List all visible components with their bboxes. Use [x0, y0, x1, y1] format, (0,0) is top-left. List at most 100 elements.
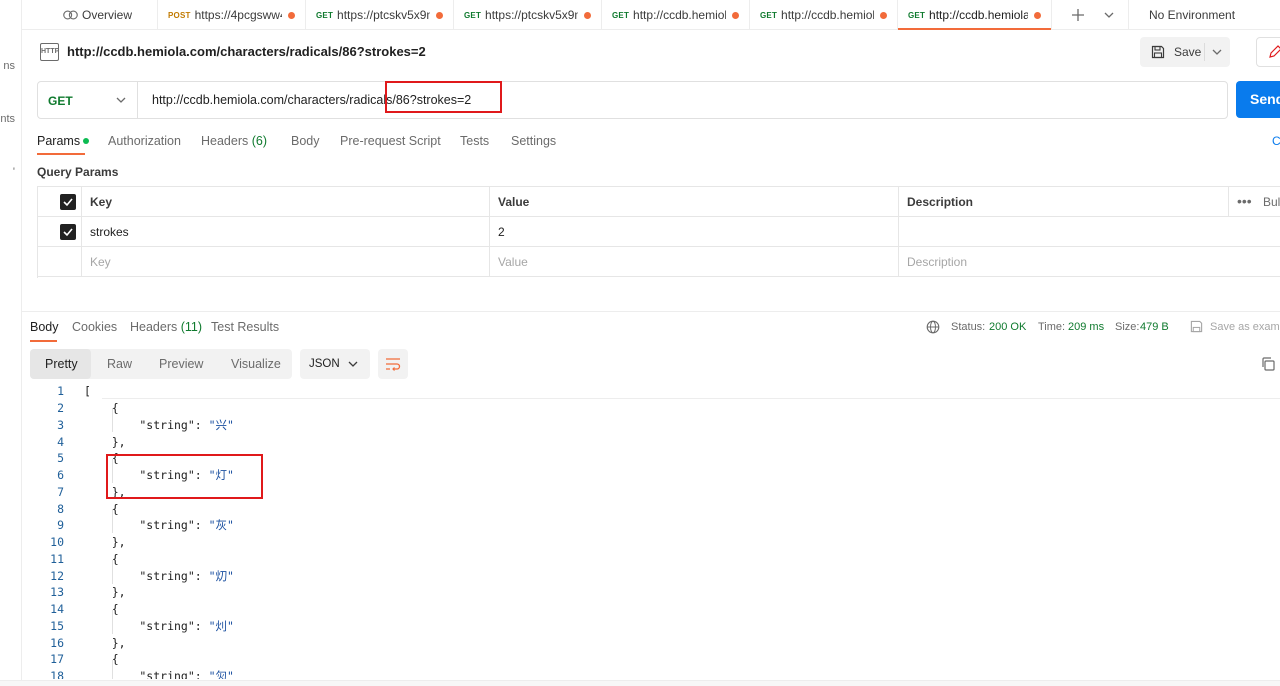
edit-button[interactable] [1256, 37, 1280, 67]
bulk-edit-link[interactable]: Bulk [1263, 187, 1280, 217]
environment-select[interactable]: No Environment [1128, 0, 1280, 30]
line-number: 16 [50, 636, 64, 650]
more-icon[interactable]: ••• [1237, 187, 1252, 216]
view-pretty[interactable]: Pretty [30, 349, 91, 379]
line-number: 15 [50, 619, 64, 633]
code-line: 4 }, [22, 434, 1280, 451]
line-number: 8 [57, 502, 64, 516]
select-all-cell [38, 187, 82, 217]
save-button[interactable]: Save [1140, 37, 1230, 67]
param-key[interactable]: strokes [82, 217, 490, 247]
plus-icon [1072, 9, 1084, 21]
line-number: 18 [50, 669, 64, 679]
time-value[interactable]: 209 ms [1068, 321, 1104, 333]
select-all-checkbox[interactable] [60, 194, 76, 210]
param-description[interactable] [899, 217, 1280, 247]
status-badge[interactable]: 200 OK [989, 321, 1026, 333]
copy-icon[interactable] [1260, 356, 1276, 372]
chevron-down-icon[interactable] [1210, 45, 1224, 59]
sidebar-fragment[interactable]: ns [3, 60, 15, 72]
code-line: 13 }, [22, 584, 1280, 601]
request-name[interactable]: http://ccdb.hemiola.com/characters/radic… [67, 44, 426, 59]
row-checkbox-cell [38, 217, 82, 247]
description-placeholder[interactable]: Description [899, 247, 1280, 277]
save-as-example[interactable]: Save as exam [1210, 321, 1280, 333]
environment-label: No Environment [1149, 8, 1236, 22]
line-number: 10 [50, 535, 64, 549]
tab-authorization[interactable]: Authorization [108, 134, 181, 148]
row-checkbox[interactable] [60, 224, 76, 240]
view-raw[interactable]: Raw [92, 349, 147, 379]
request-tab[interactable]: GET http://ccdb.hemiola.c [750, 0, 898, 30]
tab-overview[interactable]: Overview [22, 0, 158, 30]
unsaved-dot [436, 11, 443, 19]
active-tab-indicator [30, 340, 57, 342]
check-icon [63, 198, 73, 207]
request-tab[interactable]: GET https://ptcskv5x9m.u [306, 0, 454, 30]
active-params-dot [83, 137, 90, 144]
globe-icon[interactable] [926, 320, 940, 334]
status-label: Status: [951, 321, 986, 333]
code-text: "string": "兴" [84, 417, 234, 434]
pane-divider[interactable] [22, 311, 1280, 312]
new-tab-button[interactable] [1066, 0, 1090, 30]
tab-headers[interactable]: Headers (6) [201, 134, 267, 148]
json-key: "string": [84, 619, 209, 633]
param-value[interactable]: 2 [490, 217, 899, 247]
code-line: 14 { [22, 601, 1280, 618]
json-string-value: "灳" [208, 669, 234, 679]
request-tab[interactable]: GET http://ccdb.hemiola.c [602, 0, 750, 30]
value-placeholder[interactable]: Value [490, 247, 899, 277]
code-text: "string": "灰" [84, 517, 234, 534]
tab-prerequest-script[interactable]: Pre-request Script [340, 134, 441, 148]
code-line: 18 "string": "灳" [22, 668, 1280, 679]
response-body-viewer[interactable]: 1[ 2 { 3 "string": "兴" 4 }, 5 { 6 "strin… [22, 383, 1280, 679]
request-tab[interactable]: POST https://4pcgsww48 [158, 0, 306, 30]
save-icon [1151, 45, 1165, 59]
tab-test-results[interactable]: Test Results [211, 320, 279, 334]
json-key: "string": [84, 518, 209, 532]
code-text: { [84, 602, 119, 616]
description-header: Description [899, 187, 1229, 217]
tab-title: Overview [82, 8, 133, 22]
table-header-row: Key Value Description ••• Bulk [38, 187, 1280, 217]
key-placeholder[interactable]: Key [82, 247, 490, 277]
request-tab[interactable]: GET https://ptcskv5x9m.u [454, 0, 602, 30]
code-line: 8 { [22, 501, 1280, 518]
view-preview[interactable]: Preview [144, 349, 218, 379]
chevron-down-icon [116, 97, 126, 103]
tab-tests[interactable]: Tests [460, 134, 489, 148]
cookies-link[interactable]: C [1272, 134, 1280, 148]
tab-list-button[interactable] [1098, 0, 1120, 30]
http-icon: HTTP [40, 43, 59, 61]
unsaved-dot [584, 11, 591, 19]
check-icon [63, 228, 73, 237]
size-value[interactable]: 479 B [1140, 321, 1169, 333]
send-button[interactable]: Send [1236, 81, 1280, 118]
line-number: 1 [57, 384, 64, 398]
format-select[interactable]: JSON [300, 349, 370, 379]
request-tab-active[interactable]: GET http://ccdb.hemiola.c [898, 0, 1052, 30]
tab-settings[interactable]: Settings [511, 134, 556, 148]
sidebar-fragment[interactable]: ' [13, 166, 15, 178]
line-number: 7 [57, 485, 64, 499]
tab-response-body[interactable]: Body [30, 320, 59, 334]
wrap-icon [386, 358, 401, 371]
method-badge: GET [612, 10, 630, 20]
sidebar-fragment[interactable]: ents [0, 113, 15, 125]
highlight-box-json [106, 454, 263, 499]
method-select[interactable]: GET [38, 82, 138, 118]
code-line: 9 "string": "灰" [22, 517, 1280, 534]
tab-cookies[interactable]: Cookies [72, 320, 117, 334]
tab-body[interactable]: Body [291, 134, 320, 148]
tab-title: https://4pcgsww48 [194, 8, 282, 22]
tab-title: http://ccdb.hemiola.c [781, 8, 874, 22]
view-visualize[interactable]: Visualize [216, 349, 296, 379]
json-string-value: "兴" [208, 418, 234, 432]
code-text: }, [84, 585, 126, 599]
code-line: 17 { [22, 651, 1280, 668]
tab-params[interactable]: Params [37, 134, 90, 148]
tab-response-headers[interactable]: Headers (11) [130, 320, 202, 334]
wrap-lines-button[interactable] [378, 349, 408, 379]
empty-checkbox-cell [38, 247, 82, 277]
